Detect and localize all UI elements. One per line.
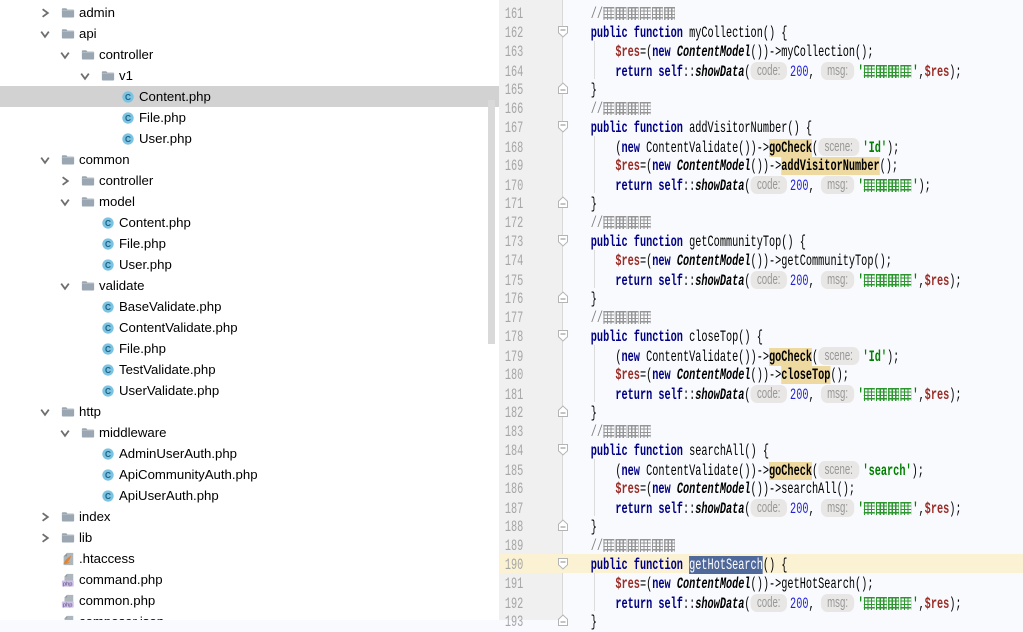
svg-text:C: C <box>105 238 111 248</box>
svg-text:C: C <box>125 133 131 143</box>
svg-text:php: php <box>63 581 72 587</box>
svg-text:C: C <box>105 385 111 395</box>
svg-text:C: C <box>105 259 111 269</box>
svg-text:C: C <box>125 112 131 122</box>
svg-text:C: C <box>105 301 111 311</box>
svg-text:C: C <box>125 91 131 101</box>
svg-text:C: C <box>105 469 111 479</box>
svg-text:C: C <box>105 364 111 374</box>
svg-text:php: php <box>63 602 72 608</box>
svg-text:C: C <box>105 490 111 500</box>
svg-text:C: C <box>105 322 111 332</box>
svg-text:C: C <box>105 343 111 353</box>
svg-text:C: C <box>105 448 111 458</box>
svg-text:C: C <box>105 217 111 227</box>
